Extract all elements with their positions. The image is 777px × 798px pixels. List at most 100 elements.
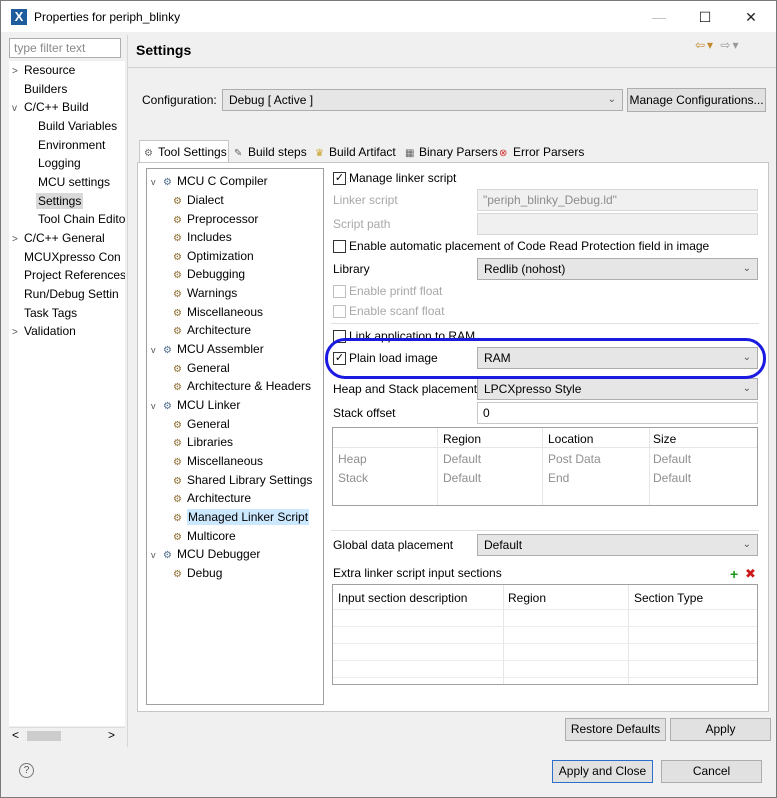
tree-item[interactable]: ⚙ Preprocessor	[173, 210, 258, 228]
tree-item[interactable]: ⚙ Miscellaneous	[173, 452, 263, 470]
nav-item-mcuxpresso-config[interactable]: MCUXpresso Con	[24, 248, 121, 266]
scroll-thumb[interactable]	[27, 731, 61, 741]
scanf-float-checkbox[interactable]	[333, 305, 346, 318]
tree-item[interactable]: ⚙ Dialect	[173, 191, 224, 209]
help-icon[interactable]: ?	[19, 763, 34, 778]
tree-item[interactable]: ⚙ Miscellaneous	[173, 303, 263, 321]
column-header[interactable]: Size	[653, 430, 676, 448]
manage-configurations-button[interactable]: Manage Configurations...	[627, 88, 766, 112]
expand-down-icon[interactable]: v	[151, 173, 163, 191]
nav-item-cpp-general[interactable]: > C/C++ General	[12, 229, 105, 247]
chevron-right-icon[interactable]: >	[12, 324, 24, 342]
add-icon[interactable]: +	[730, 566, 738, 582]
nav-item-settings[interactable]: Settings	[36, 192, 84, 210]
nav-item-environment[interactable]: Environment	[38, 136, 105, 154]
chevron-right-icon[interactable]: >	[12, 231, 24, 249]
tree-item[interactable]: ⚙ Debug	[173, 564, 222, 582]
remove-icon[interactable]: ✖	[745, 566, 756, 582]
apply-button[interactable]: Apply	[670, 718, 771, 741]
linker-script-field[interactable]: "periph_blinky_Debug.ld"	[477, 189, 758, 211]
tree-item[interactable]: ⚙ Architecture & Headers	[173, 377, 311, 395]
nav-item-mcu-settings[interactable]: MCU settings	[38, 173, 110, 191]
tree-item[interactable]: ⚙ Shared Library Settings	[173, 471, 312, 489]
nav-item-logging[interactable]: Logging	[38, 154, 81, 172]
configuration-select[interactable]: Debug [ Active ] ⌄	[222, 89, 623, 111]
tree-item-managed-linker-script[interactable]: ⚙ Managed Linker Script	[173, 508, 310, 526]
tab-binary-parsers[interactable]: ▦ Binary Parsers	[401, 143, 498, 163]
linker-script-label: Linker script	[333, 193, 398, 207]
stack-offset-field[interactable]: 0	[477, 402, 758, 424]
minimize-button[interactable]: —	[637, 5, 681, 29]
nav-item-tool-chain-editor[interactable]: Tool Chain Edito	[38, 210, 125, 228]
column-header[interactable]: Region	[443, 430, 481, 448]
close-button[interactable]: ✕	[729, 5, 773, 29]
nav-item-validation[interactable]: > Validation	[12, 322, 76, 340]
manage-linker-script-checkbox[interactable]: ✓	[333, 172, 346, 185]
nav-item-cpp-build[interactable]: v C/C++ Build	[12, 98, 89, 116]
artifact-icon: ♛	[315, 148, 324, 159]
column-header[interactable]: Location	[548, 430, 593, 448]
forward-arrow-icon[interactable]: ⇨▾	[720, 38, 740, 52]
table-cell: Default	[653, 471, 692, 485]
tool-mcu-debugger[interactable]: v ⚙ MCU Debugger	[151, 545, 260, 563]
nav-item-project-references[interactable]: Project References	[24, 266, 125, 284]
tree-item[interactable]: ⚙ Warnings	[173, 284, 237, 302]
tool-mcu-c-compiler[interactable]: v ⚙ MCU C Compiler	[151, 172, 268, 190]
scroll-left-icon[interactable]: <	[12, 728, 19, 742]
column-header[interactable]: Section Type	[634, 589, 703, 607]
option-icon: ⚙	[173, 438, 182, 449]
nav-item-run-debug-settings[interactable]: Run/Debug Settin	[24, 285, 119, 303]
tool-mcu-linker[interactable]: v ⚙ MCU Linker	[151, 396, 240, 414]
column-header[interactable]: Region	[508, 589, 546, 607]
printf-float-checkbox[interactable]	[333, 285, 346, 298]
tab-build-steps[interactable]: ✎ Build steps	[230, 143, 310, 163]
scanf-float-label: Enable scanf float	[349, 304, 445, 318]
binary-icon: ▦	[405, 148, 415, 159]
splitter[interactable]	[127, 35, 128, 747]
nav-item-task-tags[interactable]: Task Tags	[24, 304, 77, 322]
tree-item[interactable]: ⚙ Includes	[173, 228, 232, 246]
tool-mcu-assembler[interactable]: v ⚙ MCU Assembler	[151, 340, 264, 358]
tree-item[interactable]: ⚙ Multicore	[173, 527, 236, 545]
expand-down-icon[interactable]: v	[151, 397, 163, 415]
tree-item[interactable]: ⚙ Optimization	[173, 247, 254, 265]
history-nav[interactable]: ⇦▾ ⇨▾	[695, 38, 741, 52]
table-cell: Stack	[338, 471, 369, 485]
heap-stack-placement-select[interactable]: LPCXpresso Style ⌄	[477, 378, 758, 400]
global-data-placement-select[interactable]: Default ⌄	[477, 534, 758, 556]
tool-icon: ⚙	[163, 177, 172, 188]
apply-and-close-button[interactable]: Apply and Close	[552, 760, 653, 783]
script-path-field[interactable]	[477, 213, 758, 235]
nav-tree: > Resource Builders v C/C++ Build Build Va…	[9, 61, 125, 726]
expand-down-icon[interactable]: v	[151, 341, 163, 359]
chevron-down-icon: ⌄	[742, 539, 751, 550]
nav-horizontal-scrollbar[interactable]: < >	[9, 727, 125, 743]
nav-item-resource[interactable]: > Resource	[12, 61, 75, 79]
library-select[interactable]: Redlib (nohost) ⌄	[477, 258, 758, 280]
back-arrow-icon[interactable]: ⇦▾	[695, 38, 715, 52]
maximize-button[interactable]: ☐	[683, 5, 727, 29]
crp-placement-checkbox[interactable]	[333, 240, 346, 253]
tab-error-parsers[interactable]: ⊗ Error Parsers	[495, 143, 584, 163]
tree-item[interactable]: ⚙ Libraries	[173, 433, 233, 451]
column-divider	[649, 428, 650, 505]
column-header[interactable]: Input section description	[338, 589, 467, 607]
cancel-button[interactable]: Cancel	[661, 760, 762, 783]
tree-item[interactable]: ⚙ Architecture	[173, 489, 251, 507]
table-cell: Default	[443, 452, 482, 466]
scroll-right-icon[interactable]: >	[108, 728, 115, 742]
tree-item[interactable]: ⚙ Debugging	[173, 265, 245, 283]
nav-item-build-variables[interactable]: Build Variables	[38, 117, 117, 135]
expand-down-icon[interactable]: v	[151, 546, 163, 564]
tree-item[interactable]: ⚙ General	[173, 359, 230, 377]
filter-input[interactable]: type filter text	[9, 38, 121, 58]
chevron-down-icon[interactable]: v	[12, 100, 24, 118]
nav-item-builders[interactable]: Builders	[24, 80, 67, 98]
chevron-right-icon[interactable]: >	[12, 63, 24, 81]
tool-icon: ⚙	[163, 550, 172, 561]
tree-item[interactable]: ⚙ General	[173, 415, 230, 433]
tree-item[interactable]: ⚙ Architecture	[173, 321, 251, 339]
restore-defaults-button[interactable]: Restore Defaults	[565, 718, 666, 741]
tab-build-artifact[interactable]: ♛ Build Artifact	[311, 143, 401, 163]
tab-tool-settings[interactable]: ⚙ Tool Settings	[139, 140, 229, 163]
